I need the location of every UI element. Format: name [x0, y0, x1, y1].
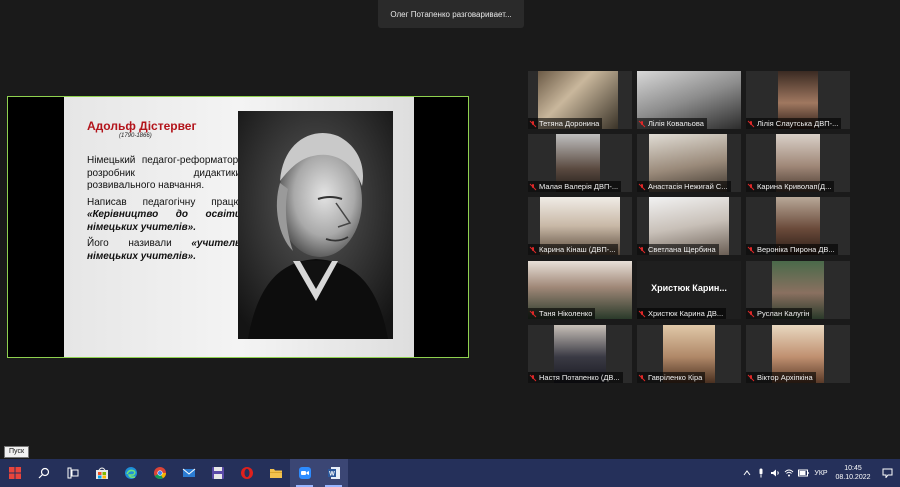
- store-icon[interactable]: [87, 459, 116, 487]
- windows-taskbar: W УКР 10:45 08.10.2022: [0, 459, 900, 487]
- svg-text:W: W: [329, 472, 335, 478]
- clock-date: 08.10.2022: [835, 474, 871, 481]
- mic-muted-icon: [529, 310, 537, 317]
- task-view-icon[interactable]: [58, 459, 87, 487]
- system-tray: УКР 10:45 08.10.2022: [740, 459, 900, 487]
- active-speaker-banner: Олег Потапенко разговаривает...: [378, 0, 524, 28]
- slide-paragraph-2: Написав педагогічну працю «Керівництво д…: [87, 196, 241, 233]
- participant-name: Малая Валерія ДВП-...: [528, 181, 622, 192]
- mic-muted-icon: [747, 374, 755, 381]
- participant-placeholder-name: Христюк Карин...: [651, 283, 727, 293]
- mic-muted-icon: [529, 374, 537, 381]
- participant-tile[interactable]: Лілія Ковальова: [637, 71, 741, 129]
- mic-muted-icon: [638, 374, 646, 381]
- volume-icon[interactable]: [768, 459, 782, 487]
- participant-tile[interactable]: Таня Ніколенко: [528, 261, 632, 319]
- participant-name: Карина Криволап(Д...: [746, 181, 835, 192]
- participant-tile[interactable]: Карина Кінаш (ДВП-...: [528, 197, 632, 255]
- chrome-icon[interactable]: [145, 459, 174, 487]
- word-icon[interactable]: W: [319, 459, 348, 487]
- start-tooltip: Пуск: [4, 446, 30, 458]
- mic-muted-icon: [529, 183, 537, 190]
- participant-name: Анастасія Нежигай С...: [637, 181, 731, 192]
- mic-muted-icon: [638, 183, 646, 190]
- slide-paragraph-3: Його називали «учитель німецьких учителі…: [87, 238, 241, 262]
- slide-years: (1790-1866): [119, 133, 152, 139]
- battery-icon[interactable]: [796, 459, 810, 487]
- shared-screen[interactable]: Адольф Дістервег (1790-1866) Німецький п…: [7, 96, 469, 358]
- participant-name: Гавріленко Кіра: [637, 372, 706, 383]
- participant-name: Руслан Калугін: [746, 308, 813, 319]
- participant-name: Христюк Карина ДВ...: [637, 308, 727, 319]
- active-speaker-text: Олег Потапенко разговаривает...: [390, 9, 512, 19]
- participant-name: Таня Ніколенко: [528, 308, 596, 319]
- participant-name: Лілія Слаутська ДВП-...: [746, 118, 842, 129]
- participant-name: Тетяна Доронина: [528, 118, 603, 129]
- slide-paragraph-1: Німецький педагог-реформатор, розробник …: [87, 155, 241, 191]
- participant-tile[interactable]: Анастасія Нежигай С...: [637, 134, 741, 192]
- participant-tile[interactable]: Вероніка Пирона ДВ...: [746, 197, 850, 255]
- mic-muted-icon: [529, 246, 537, 253]
- participant-tile[interactable]: Настя Потапенко (ДВ...: [528, 325, 632, 383]
- mic-muted-icon: [529, 120, 537, 127]
- mic-muted-icon: [638, 310, 646, 317]
- participant-name: Настя Потапенко (ДВ...: [528, 372, 623, 383]
- mic-muted-icon: [747, 246, 755, 253]
- file-explorer-icon[interactable]: [261, 459, 290, 487]
- participant-tile[interactable]: Тетяна Доронина: [528, 71, 632, 129]
- participant-name: Карина Кінаш (ДВП-...: [528, 244, 619, 255]
- mail-icon[interactable]: [174, 459, 203, 487]
- mic-muted-icon: [638, 120, 646, 127]
- zoom-icon[interactable]: [290, 459, 319, 487]
- clock-time: 10:45: [844, 465, 862, 472]
- slide-title: Адольф Дістервег: [87, 119, 197, 133]
- start-icon[interactable]: [0, 459, 29, 487]
- participant-name: Віктор Архіпкіна: [746, 372, 816, 383]
- chevron-up-icon[interactable]: [740, 459, 754, 487]
- mic-muted-icon: [638, 246, 646, 253]
- participant-tile[interactable]: Христюк Карин... Христюк Карина ДВ...: [637, 261, 741, 319]
- participant-tile[interactable]: Светлана Щербина: [637, 197, 741, 255]
- participant-name: Вероніка Пирона ДВ...: [746, 244, 838, 255]
- participant-tile[interactable]: Руслан Калугін: [746, 261, 850, 319]
- clock[interactable]: 10:45 08.10.2022: [832, 464, 874, 482]
- participant-name: Светлана Щербина: [637, 244, 719, 255]
- participant-tile[interactable]: Гавріленко Кіра: [637, 325, 741, 383]
- microphone-icon[interactable]: [754, 459, 768, 487]
- participant-name: Лілія Ковальова: [637, 118, 707, 129]
- participant-tile[interactable]: Карина Криволап(Д...: [746, 134, 850, 192]
- save-icon[interactable]: [203, 459, 232, 487]
- language-indicator[interactable]: УКР: [810, 459, 832, 487]
- presentation-slide: Адольф Дістервег (1790-1866) Німецький п…: [64, 97, 414, 357]
- slide-body: Німецький педагог-реформатор, розробник …: [87, 155, 241, 267]
- participant-tile[interactable]: Віктор Архіпкіна: [746, 325, 850, 383]
- network-icon[interactable]: [782, 459, 796, 487]
- search-icon[interactable]: [29, 459, 58, 487]
- mic-muted-icon: [747, 120, 755, 127]
- participant-tile[interactable]: Малая Валерія ДВП-...: [528, 134, 632, 192]
- participant-tile[interactable]: Лілія Слаутська ДВП-...: [746, 71, 850, 129]
- edge-icon[interactable]: [116, 459, 145, 487]
- mic-muted-icon: [747, 183, 755, 190]
- portrait-image: [238, 111, 393, 339]
- opera-icon[interactable]: [232, 459, 261, 487]
- notifications-icon[interactable]: [874, 459, 900, 487]
- zoom-meeting-window: Олег Потапенко разговаривает... Адольф Д…: [0, 0, 900, 487]
- mic-muted-icon: [747, 310, 755, 317]
